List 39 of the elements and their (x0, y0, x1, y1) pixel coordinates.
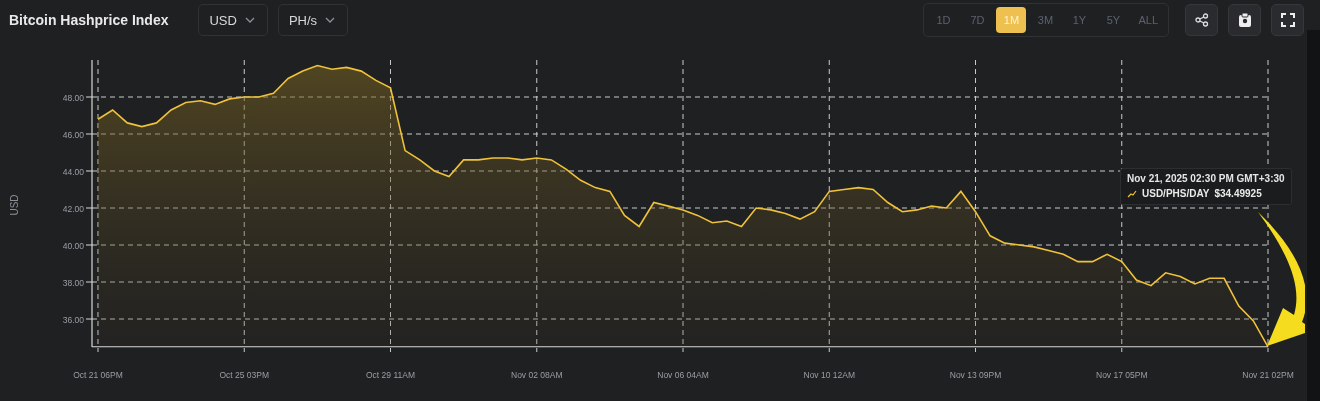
line-legend-icon (1127, 189, 1137, 198)
range-tab[interactable]: 5Y (1098, 7, 1129, 33)
y-tick-label: 48.00 (62, 92, 84, 103)
x-tick-label: Nov 10 12AM (803, 370, 855, 380)
x-tick-label: Nov 13 09PM (949, 370, 1002, 380)
clipboard-button[interactable] (1228, 4, 1261, 36)
y-tick-label: 46.00 (62, 129, 84, 140)
fullscreen-icon (1280, 13, 1295, 27)
share-icon (1194, 13, 1209, 27)
range-tab[interactable]: 1M (996, 7, 1027, 33)
x-tick-label: Nov 06 04AM (657, 370, 709, 380)
chevron-icon (325, 17, 336, 23)
tooltip-series: USD/PHS/DAY (1142, 188, 1210, 199)
y-tick-label: 38.00 (62, 277, 84, 288)
x-tick-label: Nov 17 05PM (1096, 370, 1148, 380)
range-tab[interactable]: 3M (1030, 7, 1061, 33)
y-tick-label: 36.00 (62, 314, 84, 325)
unit-select[interactable]: PH/s (277, 4, 349, 36)
x-tick-label: Oct 21 06PM (73, 370, 123, 380)
clipboard-icon (1237, 12, 1252, 28)
x-tick-label: Oct 29 11AM (366, 370, 415, 380)
share-button[interactable] (1185, 4, 1218, 36)
tooltip-value: $34.49925 (1214, 188, 1262, 199)
x-tick-label: Nov 21 02PM (1242, 370, 1294, 380)
chevron-icon (244, 17, 255, 23)
range-tab[interactable]: 1D (928, 7, 959, 33)
fullscreen-button[interactable] (1271, 4, 1304, 36)
range-tab[interactable]: ALL (1132, 7, 1164, 33)
tooltip-time: Nov 21, 2025 02:30 PM GMT+3:30 (1127, 173, 1285, 184)
range-tab[interactable]: 7D (962, 7, 993, 33)
range-tab[interactable]: 1Y (1064, 7, 1095, 33)
currency-select[interactable]: USD (198, 4, 268, 36)
y-tick-label: 42.00 (62, 203, 84, 214)
y-tick-label: 40.00 (62, 240, 84, 251)
x-tick-label: Oct 25 03PM (219, 370, 270, 380)
x-tick-label: Nov 02 08AM (511, 370, 563, 380)
y-tick-label: 44.00 (62, 166, 84, 177)
chart-title: Bitcoin Hashprice Index (9, 12, 169, 28)
y-axis-title: USD (9, 194, 20, 216)
